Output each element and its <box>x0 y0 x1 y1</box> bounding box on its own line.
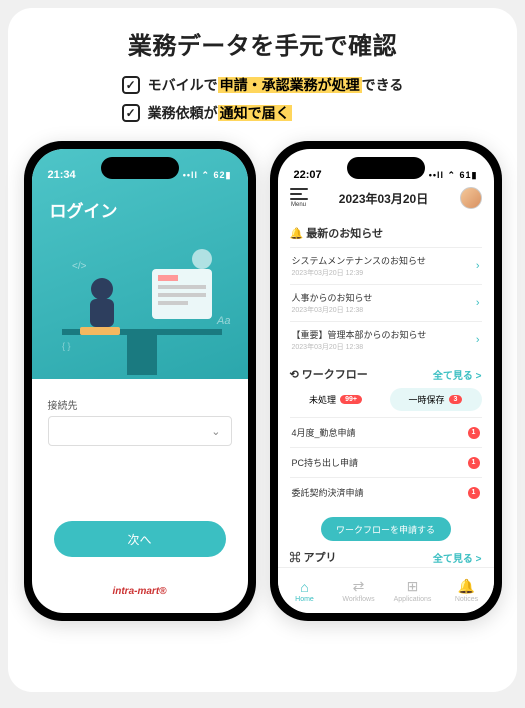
tab-notices[interactable]: 🔔 Notices <box>440 568 494 613</box>
notice-item[interactable]: システムメンテナンスのお知らせ2023年03月20日 12:39 › <box>290 247 482 284</box>
menu-button[interactable]: Menu <box>290 188 308 208</box>
next-button[interactable]: 次へ <box>54 521 226 557</box>
login-title: ログイン <box>50 197 118 222</box>
bell-icon: 🔔 <box>458 578 475 595</box>
chevron-right-icon: › <box>476 334 480 346</box>
header-date: 2023年03月20日 <box>339 190 428 207</box>
conn-label: 接続先 <box>48 397 232 412</box>
headline: 業務データを手元で確認 <box>20 26 505 61</box>
tab-bar: ⌂ Home ⇄ Workflows ⊞ Applications 🔔 Noti… <box>278 567 494 613</box>
apps-icon: ⊞ <box>407 578 419 595</box>
apply-button[interactable]: ワークフローを申請する <box>321 517 451 541</box>
svg-text:{ }: { } <box>62 341 71 351</box>
workflow-item[interactable]: PC持ち出し申請1 <box>290 447 482 477</box>
avatar[interactable] <box>460 187 482 209</box>
bullet-list: モバイルで申請・承認業務が処理できる 業務依頼が通知で届く <box>122 75 404 123</box>
workflow-header: ⟲ ワークフロー 全て見る > <box>290 366 482 382</box>
notch <box>101 157 179 179</box>
bullet-item: 業務依頼が通知で届く <box>122 103 404 123</box>
tab-home[interactable]: ⌂ Home <box>278 568 332 613</box>
tab-draft[interactable]: 一時保存3 <box>390 388 482 411</box>
chevron-down-icon: ⌄ <box>211 425 220 438</box>
notice-item[interactable]: 【重要】管理本部からのお知らせ2023年03月20日 12:38 › <box>290 321 482 358</box>
tab-unprocessed[interactable]: 未処理99+ <box>290 388 382 411</box>
notch <box>347 157 425 179</box>
view-all-link[interactable]: 全て見る > <box>433 550 482 565</box>
login-illustration: </> Aa { } <box>32 229 248 379</box>
apps-header: ⌘ アプリ 全て見る > <box>290 549 482 565</box>
view-all-link[interactable]: 全て見る > <box>433 367 482 382</box>
promo-card: 業務データを手元で確認 モバイルで申請・承認業務が処理できる 業務依頼が通知で届… <box>8 8 517 692</box>
workflow-tabs: 未処理99+ 一時保存3 <box>290 388 482 411</box>
status-time: 21:34 <box>48 169 76 181</box>
svg-text:</>: </> <box>72 261 87 272</box>
notices-header: 🔔 最新のお知らせ <box>290 225 482 241</box>
check-icon <box>122 76 140 94</box>
status-icons: ••ll ⌃ 62▮ <box>183 170 232 181</box>
workflow-icon: ⇄ <box>353 578 365 595</box>
phones-row: 21:34 ••ll ⌃ 62▮ ログイン <box>20 141 505 621</box>
check-icon <box>122 104 140 122</box>
tab-applications[interactable]: ⊞ Applications <box>386 568 440 613</box>
menu-icon <box>290 188 308 200</box>
conn-select[interactable]: ⌄ <box>48 416 232 446</box>
tab-workflows[interactable]: ⇄ Workflows <box>332 568 386 613</box>
home-icon: ⌂ <box>300 579 308 595</box>
status-time: 22:07 <box>294 169 322 181</box>
notice-item[interactable]: 人事からのお知らせ2023年03月20日 12:38 › <box>290 284 482 321</box>
header: Menu 2023年03月20日 <box>278 183 494 217</box>
phone-home: 22:07 ••ll ⌃ 61▮ Menu 2023年03月20日 🔔 最新のお… <box>270 141 502 621</box>
login-hero: 21:34 ••ll ⌃ 62▮ ログイン <box>32 149 248 379</box>
bullet-item: モバイルで申請・承認業務が処理できる <box>122 75 404 95</box>
svg-text:Aa: Aa <box>216 315 230 327</box>
chevron-right-icon: › <box>476 260 480 272</box>
workflow-item[interactable]: 委託契約決済申請1 <box>290 477 482 507</box>
status-icons: ••ll ⌃ 61▮ <box>429 170 478 181</box>
chevron-right-icon: › <box>476 297 480 309</box>
brand-logo: intra-mart® <box>32 586 248 597</box>
workflow-item[interactable]: 4月度_勤怠申請1 <box>290 417 482 447</box>
phone-login: 21:34 ••ll ⌃ 62▮ ログイン <box>24 141 256 621</box>
